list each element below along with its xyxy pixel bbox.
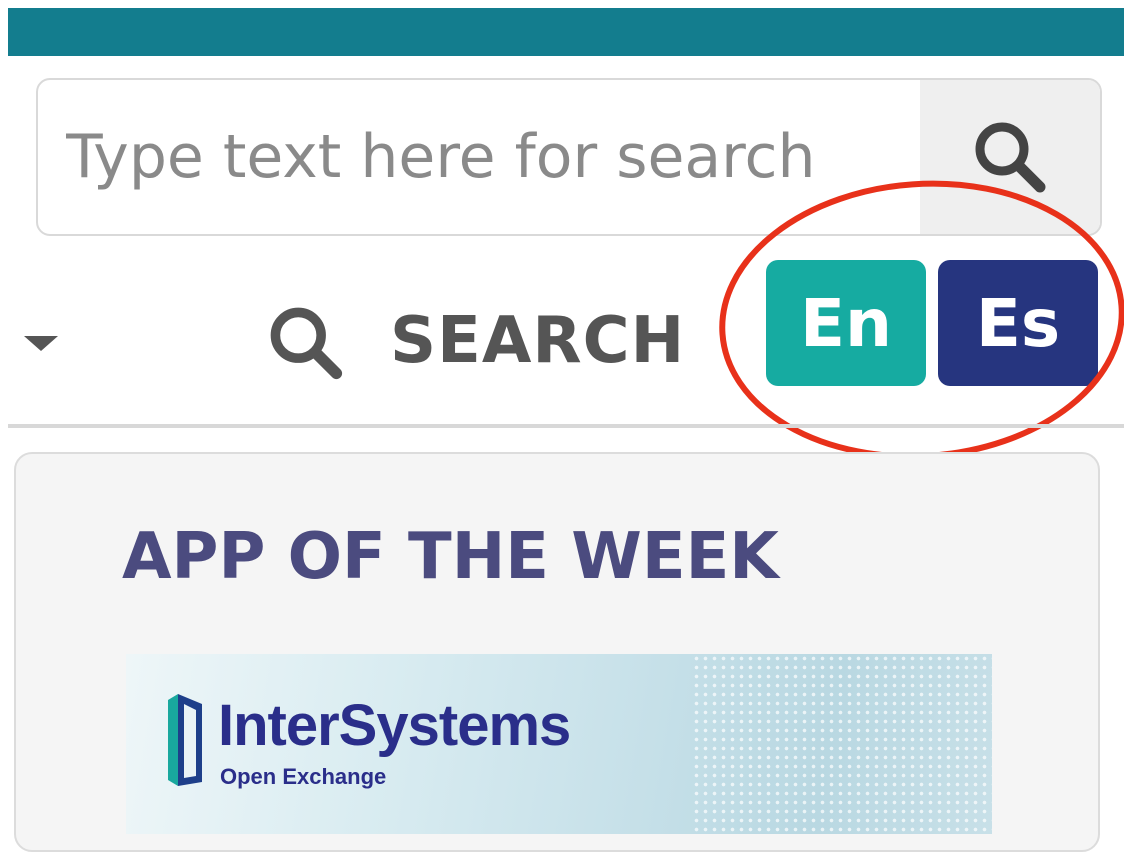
- intersystems-logo-icon: [168, 694, 202, 786]
- banner-pattern: [692, 654, 992, 834]
- lang-button-es[interactable]: Es: [938, 260, 1098, 386]
- banner-subtitle: Open Exchange: [220, 764, 387, 789]
- search-nav-label: SEARCH: [390, 304, 686, 378]
- lang-button-en[interactable]: En: [766, 260, 926, 386]
- search-nav-link[interactable]: SEARCH: [262, 296, 685, 386]
- app-banner[interactable]: InterSystems Open Exchange: [126, 654, 992, 834]
- card-title: APP OF THE WEEK: [122, 520, 779, 594]
- top-bar: [8, 8, 1124, 56]
- caret-down-icon[interactable]: [24, 336, 58, 351]
- search-icon: [975, 122, 1046, 193]
- divider: [8, 424, 1124, 428]
- search-box: [36, 78, 1102, 236]
- search-button[interactable]: [920, 80, 1100, 234]
- banner-brand: InterSystems: [218, 693, 571, 758]
- search-icon: [270, 307, 343, 380]
- search-input[interactable]: [38, 80, 922, 234]
- app-of-the-week-card: APP OF THE WEEK InterSystems Open Exchan…: [14, 452, 1100, 852]
